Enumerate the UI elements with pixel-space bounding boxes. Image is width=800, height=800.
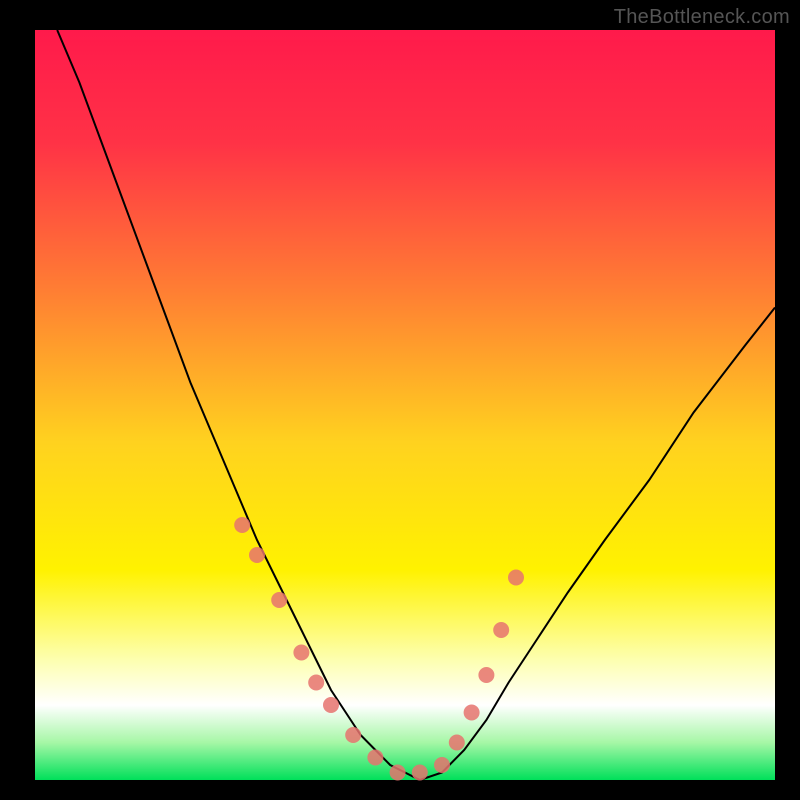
sample-dot <box>390 765 406 781</box>
sample-dot <box>234 517 250 533</box>
sample-dot <box>367 750 383 766</box>
sample-dot <box>464 705 480 721</box>
watermark-text: TheBottleneck.com <box>614 6 790 29</box>
sample-dot <box>478 667 494 683</box>
bottleneck-chart <box>0 0 800 800</box>
sample-dot <box>508 570 524 586</box>
sample-dot <box>308 675 324 691</box>
sample-dot <box>493 622 509 638</box>
sample-dot <box>271 592 287 608</box>
sample-dot <box>345 727 361 743</box>
sample-dot <box>412 765 428 781</box>
sample-dot <box>293 645 309 661</box>
sample-dot <box>249 547 265 563</box>
sample-dot <box>323 697 339 713</box>
sample-dot <box>449 735 465 751</box>
plot-background <box>35 30 775 780</box>
chart-frame: TheBottleneck.com <box>0 0 800 800</box>
sample-dot <box>434 757 450 773</box>
